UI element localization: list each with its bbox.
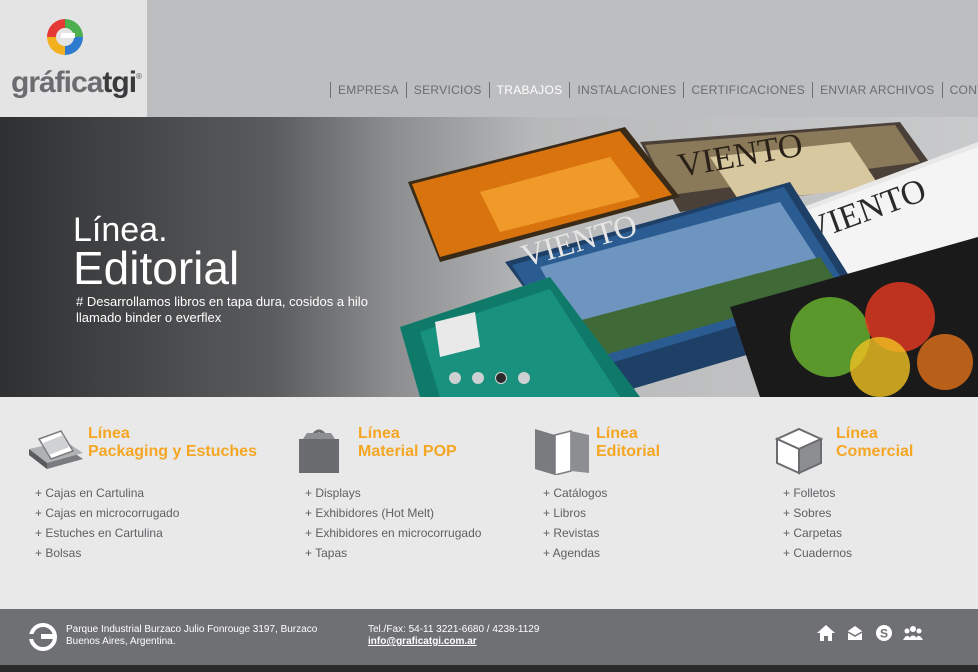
product-line-title: Línea Packaging y Estuches [88,425,257,461]
footer-email-link[interactable]: info@graficatgi.com.ar [368,636,477,647]
product-line-title-1: Línea [88,425,130,442]
slider-dots [449,372,530,384]
product-line-header[interactable]: Línea Packaging y Estuches [25,425,257,475]
hero-banner: VIENTO VIENTO VIENTO Línea. Editorial # … [0,117,978,397]
nav-item-trabajos[interactable]: TRABAJOS [490,83,570,97]
product-item[interactable]: + Sobres [783,503,913,523]
product-list: + Catálogos + Libros + Revistas + Agendas [533,483,660,563]
product-line-header[interactable]: Línea Editorial [533,425,660,476]
footer-contact: Tel./Fax: 54-11 3221-6680 / 4238-1129 in… [368,624,539,648]
product-line-1: Línea Packaging y Estuches + Cajas en Cart… [25,425,257,563]
product-list: + Folletos + Sobres + Carpetas + Cuadernos [773,483,913,563]
product-item[interactable]: + Bolsas [35,543,257,563]
cube-icon [773,425,835,475]
tgi-logo-icon [47,19,83,55]
logo[interactable]: gráficatgi® [0,0,147,117]
slider-dot-1[interactable] [449,372,461,384]
product-item[interactable]: + Revistas [543,523,660,543]
product-line-title-2: Material POP [358,443,457,460]
product-line-header[interactable]: Línea Comercial [773,425,913,475]
site-footer: Parque Industrial Burzaco Julio Fonrouge… [0,609,978,665]
nav-item-enviar-archivos[interactable]: ENVIAR ARCHIVOS [813,83,942,97]
footer-address: Parque Industrial Burzaco Julio Fonrouge… [66,624,346,648]
magazines-photo: VIENTO VIENTO VIENTO [400,122,978,397]
svg-text:S: S [880,627,888,641]
folder-icon [533,425,595,476]
product-lines: Línea Packaging y Estuches + Cajas en Cart… [0,397,978,609]
product-item[interactable]: + Cuadernos [783,543,913,563]
product-line-title-1: Línea [836,425,878,442]
product-item[interactable]: + Exhibidores en microcorrugado [305,523,481,543]
product-item[interactable]: + Carpetas [783,523,913,543]
slider-dot-2[interactable] [472,372,484,384]
product-line-title-2: Comercial [836,443,914,460]
slider-dot-3[interactable] [495,372,507,384]
product-line-4: Línea Comercial + Folletos + Sobres + Carpet… [773,425,913,563]
banner-title-line2: Editorial [73,242,240,294]
packaging-icon [25,425,87,475]
group-icon[interactable] [903,623,923,643]
footer-bottom-bar [0,665,978,672]
product-item[interactable]: + Folletos [783,483,913,503]
logo-wordmark: gráficatgi® [11,66,142,99]
footer-phone: Tel./Fax: 54-11 3221-6680 / 4238-1129 [368,624,540,635]
banner-description: # Desarrollamos libros en tapa dura, cos… [76,294,368,325]
address-line1: Parque Industrial Burzaco Julio Fonrouge… [66,624,318,635]
product-list: + Cajas en Cartulina + Cajas en microcorr… [25,483,257,563]
product-line-title-1: Línea [358,425,400,442]
product-item[interactable]: + Displays [305,483,481,503]
product-list: + Displays + Exhibidores (Hot Melt) + Exhi… [295,483,481,563]
product-item[interactable]: + Libros [543,503,660,523]
product-item[interactable]: + Catálogos [543,483,660,503]
product-line-3: Línea Editorial + Catálogos + Libros + Revis… [533,425,660,563]
product-item[interactable]: + Estuches en Cartulina [35,523,257,543]
product-line-title-2: Packaging y Estuches [88,443,257,460]
home-icon[interactable] [816,623,836,643]
mail-icon[interactable] [845,623,865,643]
nav-item-instalaciones[interactable]: INSTALACIONES [570,83,683,97]
product-line-title: Línea Comercial [836,425,913,461]
product-item[interactable]: + Exhibidores (Hot Melt) [305,503,481,523]
site-header: gráficatgi® EMPRESA SERVICIOS TRABAJOS INST… [0,0,978,117]
slider-dot-4[interactable] [518,372,530,384]
nav-item-certificaciones[interactable]: CERTIFICACIONES [684,83,812,97]
product-line-title: Línea Material POP [358,425,457,461]
address-line2: Buenos Aires, Argentina. [66,636,176,647]
product-item[interactable]: + Tapas [305,543,481,563]
product-line-title-2: Editorial [596,443,661,460]
product-line-2: Línea Material POP + Displays + Exhibidores… [295,425,481,563]
product-item[interactable]: + Cajas en Cartulina [35,483,257,503]
product-item[interactable]: + Cajas en microcorrugado [35,503,257,523]
product-line-title: Línea Editorial [596,425,660,461]
footer-icons: S [816,623,923,643]
nav-item-contacto[interactable]: CONTACTO [943,83,978,97]
skype-icon[interactable]: S [874,623,894,643]
nav-item-servicios[interactable]: SERVICIOS [407,83,489,97]
product-line-header[interactable]: Línea Material POP [295,425,481,475]
nav-item-empresa[interactable]: EMPRESA [331,83,406,97]
main-nav: EMPRESA SERVICIOS TRABAJOS INSTALACIONES CER… [330,82,978,98]
product-line-title-1: Línea [596,425,638,442]
product-item[interactable]: + Agendas [543,543,660,563]
footer-logo-icon [29,623,57,651]
pop-box-icon [295,425,357,475]
